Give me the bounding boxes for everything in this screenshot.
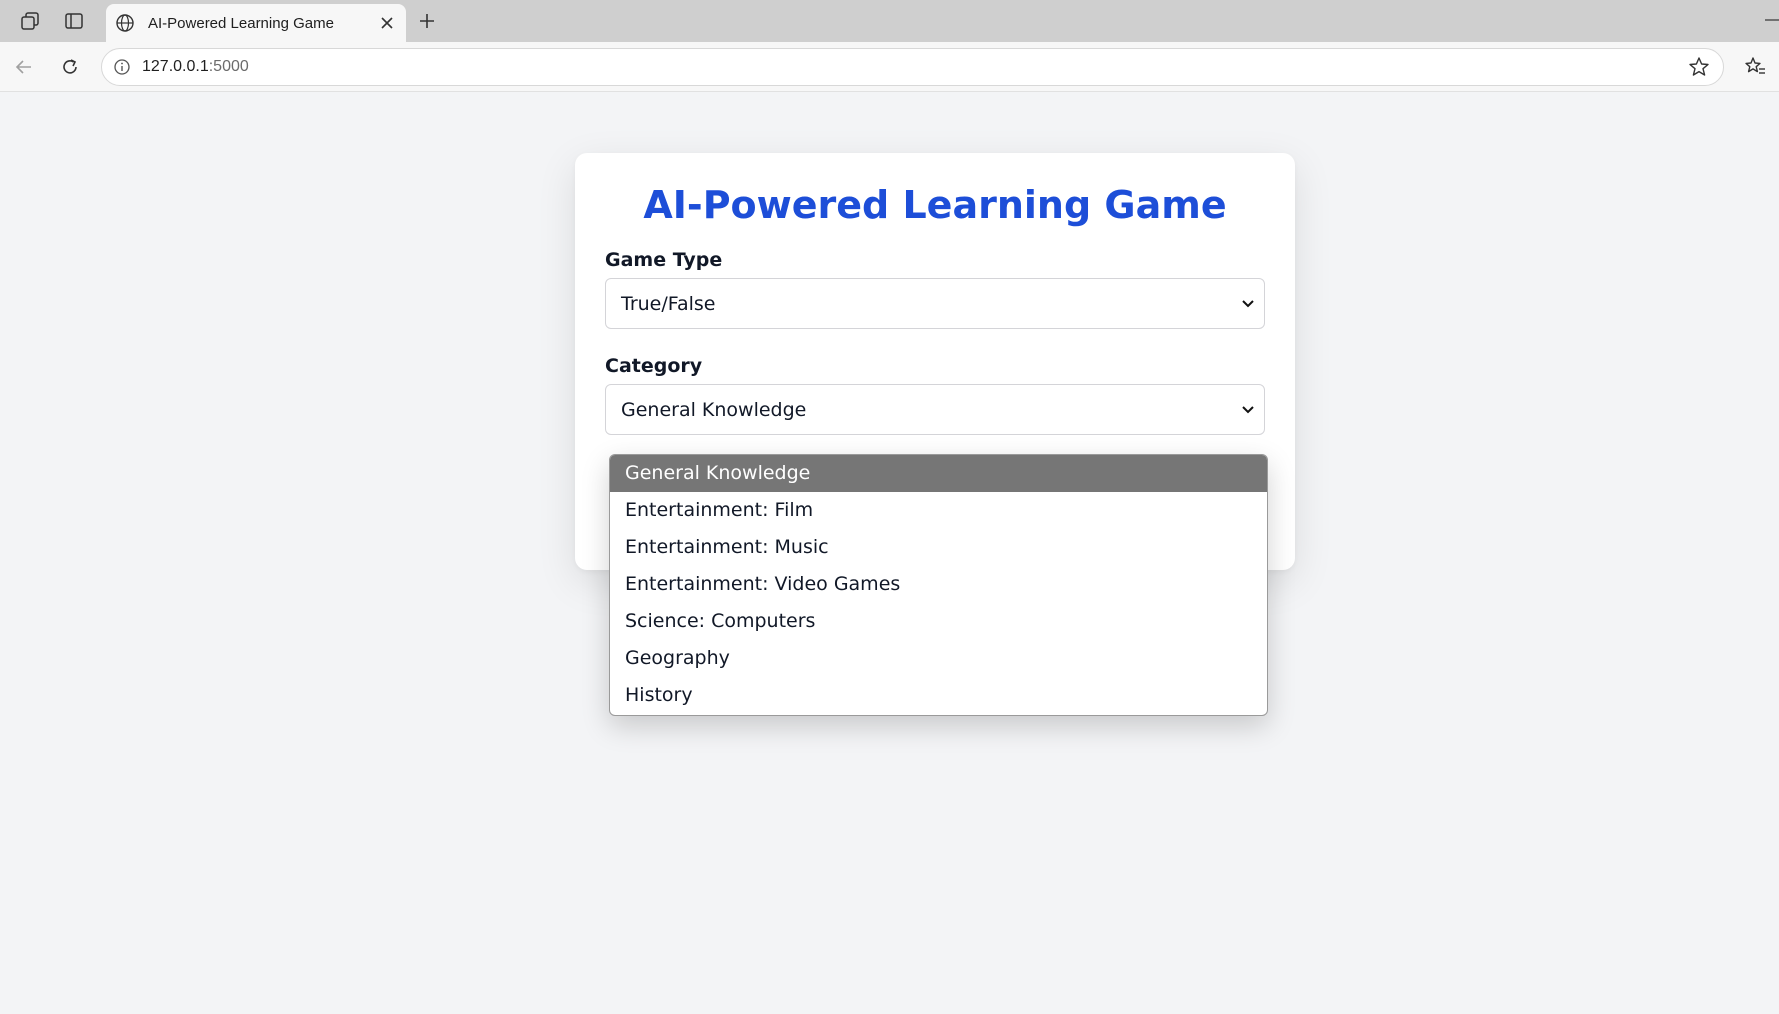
tab-title: AI-Powered Learning Game [148, 14, 334, 32]
dropdown-option[interactable]: Entertainment: Film [610, 492, 1267, 529]
workspaces-icon[interactable] [12, 6, 48, 36]
close-icon[interactable] [372, 8, 402, 38]
chevron-down-icon [1232, 289, 1264, 319]
browser-toolbar: 127.0.0.1:5000 [0, 42, 1779, 92]
url-host: 127.0.0.1 [142, 58, 209, 75]
globe-icon [114, 12, 136, 34]
tab-actions-icon[interactable] [56, 6, 92, 36]
chevron-down-icon [1232, 395, 1264, 425]
address-bar[interactable]: 127.0.0.1:5000 [101, 48, 1724, 86]
dropdown-option[interactable]: Science: Computers [610, 603, 1267, 640]
tab-strip: AI-Powered Learning Game [0, 0, 1779, 42]
info-icon[interactable] [112, 57, 132, 77]
minimize-icon[interactable] [1759, 8, 1779, 32]
dropdown-option[interactable]: Entertainment: Video Games [610, 566, 1267, 603]
category-label: Category [605, 355, 703, 377]
page-title: AI-Powered Learning Game [643, 183, 1227, 227]
game-type-label: Game Type [605, 249, 723, 271]
plus-icon[interactable] [410, 6, 444, 36]
active-tab[interactable]: AI-Powered Learning Game [106, 4, 406, 42]
page-viewport: AI-Powered Learning Game Game Type True/… [4, 93, 1779, 1014]
star-icon[interactable] [1681, 52, 1717, 82]
category-dropdown-list: General Knowledge Entertainment: Film En… [609, 454, 1268, 716]
category-value: General Knowledge [621, 398, 807, 421]
url-text[interactable]: 127.0.0.1:5000 [142, 58, 1681, 76]
game-type-select[interactable]: True/False [605, 278, 1265, 329]
url-port: :5000 [208, 58, 249, 75]
reload-icon[interactable] [52, 50, 88, 84]
back-arrow-icon[interactable] [6, 50, 42, 84]
category-select[interactable]: General Knowledge [605, 384, 1265, 435]
game-type-value: True/False [621, 292, 716, 315]
dropdown-option[interactable]: Geography [610, 640, 1267, 677]
favorites-icon[interactable] [1737, 50, 1773, 84]
dropdown-option[interactable]: General Knowledge [610, 455, 1267, 492]
dropdown-option[interactable]: History [610, 677, 1267, 714]
dropdown-option[interactable]: Entertainment: Music [610, 529, 1267, 566]
